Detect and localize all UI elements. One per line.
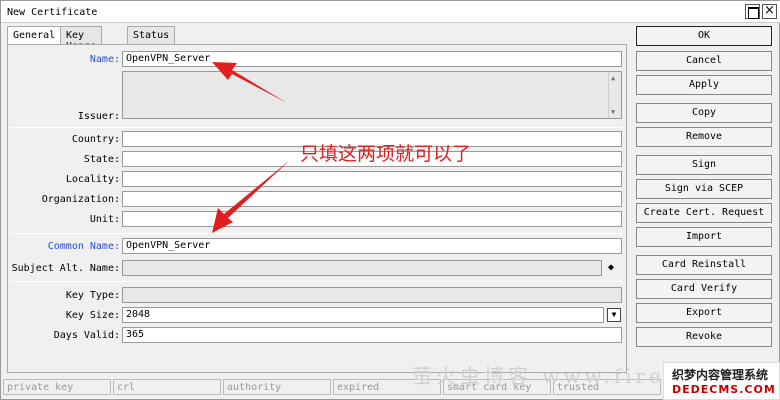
title-bar: New Certificate ×: [1, 1, 780, 23]
logo-line-1: 织梦内容管理系统: [672, 368, 769, 382]
issuer-scrollbar[interactable]: ▲ ▼: [608, 72, 621, 118]
tab-general[interactable]: General: [7, 26, 62, 45]
watermark-logo: 织梦内容管理系统 DEDECMS.COM: [663, 362, 780, 400]
ok-button[interactable]: OK: [636, 26, 772, 46]
card-verify-button[interactable]: Card Verify: [636, 279, 772, 299]
state-label: State:: [83, 154, 120, 165]
scroll-up-icon[interactable]: ▲: [611, 74, 615, 82]
locality-field[interactable]: [122, 171, 622, 187]
annotation-text: 只填这两项就可以了: [300, 143, 472, 165]
revoke-button[interactable]: Revoke: [636, 327, 772, 347]
name-label: Name:: [89, 54, 120, 65]
general-panel: Name: OpenVPN_Server ▲ ▼ Issuer: Country…: [7, 44, 627, 373]
key-size-field[interactable]: 2048: [122, 307, 604, 323]
status-private-key: private key: [3, 379, 111, 395]
scroll-down-icon[interactable]: ▼: [611, 108, 615, 116]
tab-status[interactable]: Status: [127, 26, 176, 44]
close-button[interactable]: ×: [762, 4, 777, 19]
common-name-field[interactable]: OpenVPN_Server: [122, 238, 622, 254]
locality-label: Locality:: [65, 174, 120, 185]
spin-arrows-icon[interactable]: ◆: [608, 262, 614, 273]
status-crl: crl: [113, 379, 221, 395]
unit-field[interactable]: [122, 211, 622, 227]
unit-label: Unit:: [89, 214, 120, 225]
remove-button[interactable]: Remove: [636, 127, 772, 147]
status-authority: authority: [223, 379, 331, 395]
window-title: New Certificate: [7, 7, 98, 18]
create-cert-request-button[interactable]: Create Cert. Request: [636, 203, 772, 223]
key-type-field[interactable]: [122, 287, 622, 303]
organization-label: Organization:: [41, 194, 120, 205]
organization-field[interactable]: [122, 191, 622, 207]
name-field[interactable]: OpenVPN_Server: [122, 51, 622, 67]
divider: [10, 233, 622, 234]
issuer-label: Issuer:: [77, 111, 120, 122]
key-type-label: Key Type:: [65, 290, 120, 301]
days-valid-label: Days Valid:: [53, 330, 120, 341]
common-name-label: Common Name:: [47, 241, 120, 252]
new-certificate-window: New Certificate × General Key Usage Stat…: [0, 0, 780, 400]
watermark-text: 萤火虫博客 www.firefl: [412, 364, 687, 388]
country-label: Country:: [71, 134, 120, 145]
copy-button[interactable]: Copy: [636, 103, 772, 123]
subject-alt-label: Subject Alt. Name:: [11, 263, 120, 274]
dropdown-arrow-icon[interactable]: ▼: [607, 308, 621, 322]
issuer-field[interactable]: ▲ ▼: [122, 71, 622, 119]
apply-button[interactable]: Apply: [636, 75, 772, 95]
card-reinstall-button[interactable]: Card Reinstall: [636, 255, 772, 275]
divider: [10, 127, 622, 128]
subject-alt-field[interactable]: [122, 260, 602, 276]
divider: [10, 281, 622, 282]
maximize-button[interactable]: [745, 4, 760, 19]
export-button[interactable]: Export: [636, 303, 772, 323]
sign-via-scep-button[interactable]: Sign via SCEP: [636, 179, 772, 199]
tab-key-usage[interactable]: Key Usage: [60, 26, 103, 52]
cancel-button[interactable]: Cancel: [636, 51, 772, 71]
import-button[interactable]: Import: [636, 227, 772, 247]
key-size-label: Key Size:: [65, 310, 120, 321]
logo-line-2: DEDECMS.COM: [672, 383, 776, 396]
days-valid-field[interactable]: 365: [122, 327, 622, 343]
sign-button[interactable]: Sign: [636, 155, 772, 175]
